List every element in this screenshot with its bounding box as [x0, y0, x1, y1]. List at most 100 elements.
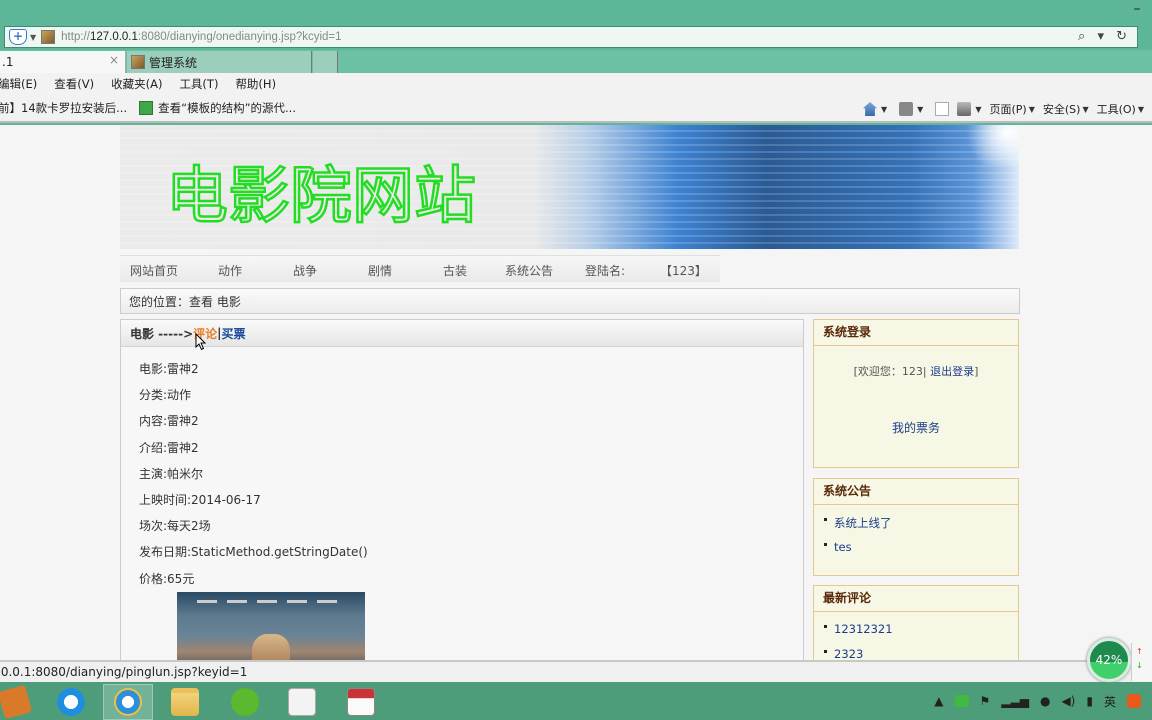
search-refresh-icons[interactable]: ⌕ ▾ ↻ [1078, 29, 1131, 44]
menu-view[interactable]: 查看(V) [54, 76, 94, 92]
sogou-input-icon[interactable] [1127, 694, 1141, 708]
webslice-icon [139, 101, 154, 115]
safety-menu[interactable]: 安全(S) [1043, 101, 1081, 117]
taskbar-notebook-app[interactable] [0, 684, 40, 720]
qq-icon[interactable]: ● [1040, 694, 1050, 708]
chevron-down-icon[interactable]: ▼ [975, 105, 981, 114]
header-prefix: 电影 -----> [130, 326, 194, 341]
menu-favorites[interactable]: 收藏夹(A) [111, 76, 162, 92]
shield-icon[interactable]: + [9, 29, 27, 45]
page-menu[interactable]: 页面(P) [989, 101, 1026, 117]
site-title: 电影院网站 [165, 158, 478, 234]
chevron-down-icon[interactable]: ▼ [881, 105, 887, 114]
tools-menu[interactable]: 工具(O) [1097, 101, 1136, 117]
menu-help[interactable]: 帮助(H) [235, 76, 276, 92]
nav-costume[interactable]: 古装 [443, 262, 467, 279]
logout-link[interactable]: 退出登录 [930, 365, 974, 378]
welcome-suffix: ] [974, 365, 979, 378]
address-bar-container: + ▼ http://127.0.0.1:8080/dianying/onedi… [0, 25, 1152, 49]
java-icon [288, 688, 316, 716]
comment-item[interactable]: 12312321 [823, 622, 1018, 647]
taskbar-ie-app[interactable] [103, 684, 153, 720]
nav-announcements[interactable]: 系统公告 [505, 262, 553, 279]
tab-admin-system[interactable]: 管理系统 [127, 51, 312, 73]
site-banner: 电影院网站 [120, 125, 1019, 249]
tray-expand-icon[interactable]: ▲ [934, 694, 943, 708]
welcome-prefix: [欢迎您：123| [853, 365, 927, 378]
comment-item[interactable]: 2323 [823, 647, 1018, 660]
favorite-link[interactable]: 前】14款卡罗拉安装后... [0, 100, 127, 116]
internet-explorer-icon [114, 688, 142, 716]
favorite-link[interactable]: 查看“模板的结构”的源代... [158, 100, 296, 116]
detail-price: 价格:65元 [139, 571, 195, 586]
url-path: :8080/dianying/onedianying.jsp?kcyid=1 [137, 31, 342, 43]
tab-active[interactable]: .1 × [0, 51, 126, 73]
announcement-item[interactable]: 系统上线了 [823, 515, 1018, 540]
movie-panel-header: 电影 -----> 评论 | 买票 [121, 320, 803, 347]
battery-icon[interactable]: ▮ [1086, 694, 1093, 708]
url-host: 127.0.0.1 [89, 31, 138, 43]
chevron-down-icon[interactable]: ▼ [30, 33, 36, 42]
my-tickets-link[interactable]: 我的票务 [814, 419, 1018, 436]
minimize-button[interactable]: – [1130, 2, 1144, 18]
chevron-down-icon[interactable]: ▼ [1082, 105, 1088, 114]
command-bar: ▼ ▼ ▼ 页面(P) ▼ 安全(S) ▼ 工具(O) ▼ [859, 95, 1152, 123]
new-tab-button[interactable] [313, 51, 338, 73]
site-favicon-icon [131, 55, 145, 69]
latest-comments-list: 12312321 2323 [814, 612, 1018, 660]
taskbar-dreamweaver-app[interactable] [220, 684, 270, 720]
movie-poster [177, 592, 365, 660]
movie-details: 电影:雷神2 分类:动作 内容:雷神2 介绍:雷神2 主演:帕米尔 上映时间:2… [121, 347, 803, 595]
detail-cast: 主演:帕米尔 [139, 466, 204, 481]
buy-ticket-link[interactable]: 买票 [222, 325, 246, 342]
input-language[interactable]: 英 [1104, 693, 1116, 710]
tray-app-icon[interactable] [954, 695, 969, 707]
taskbar-explorer-app[interactable] [160, 684, 210, 720]
taskbar-java-app[interactable] [277, 684, 327, 720]
movie-detail-panel: 电影 -----> 评论 | 买票 电影:雷神2 分类:动作 内容:雷神2 介绍… [120, 319, 804, 660]
nav-war[interactable]: 战争 [293, 262, 317, 279]
detail-showtimes: 场次:每天2场 [139, 519, 211, 534]
taskbar-browser-app[interactable] [46, 684, 96, 720]
nav-action[interactable]: 动作 [218, 262, 242, 279]
chevron-down-icon[interactable]: ▼ [1138, 105, 1144, 114]
address-bar[interactable]: + ▼ http://127.0.0.1:8080/dianying/onedi… [4, 26, 1138, 48]
nav-username[interactable]: 【123】 [660, 262, 707, 279]
url-text[interactable]: http://127.0.0.1:8080/dianying/onedianyi… [61, 31, 341, 43]
login-box-body: [欢迎您：123| 退出登录] 我的票务 [814, 363, 1018, 436]
browser-icon [57, 688, 85, 716]
menu-edit[interactable]: 编辑(E) [0, 76, 37, 92]
taskbar-notepad-app[interactable] [336, 684, 386, 720]
volume-icon[interactable]: ◀) [1061, 694, 1075, 708]
announcement-item[interactable]: tes [823, 540, 1018, 565]
chevron-down-icon[interactable]: ▼ [1029, 105, 1035, 114]
announcements-box: 系统公告 系统上线了 tes [813, 478, 1019, 576]
memory-gauge[interactable]: 42% [1087, 638, 1131, 682]
feed-icon[interactable] [899, 102, 914, 116]
print-icon[interactable] [957, 102, 972, 116]
main-nav: 网站首页 动作 战争 剧情 古装 系统公告 登陆名: 【123】 [120, 255, 720, 282]
home-icon[interactable] [863, 102, 878, 116]
menu-tools[interactable]: 工具(T) [179, 76, 218, 92]
detail-intro: 介绍:雷神2 [139, 440, 199, 455]
action-center-icon[interactable]: ⚑ [980, 694, 991, 708]
close-icon[interactable]: × [109, 53, 119, 67]
notebook-icon [0, 684, 33, 720]
upload-arrow-icon: ↑ [1136, 647, 1143, 656]
network-signal-icon[interactable]: ▂▃▅ [1001, 694, 1029, 708]
welcome-text: [欢迎您：123| 退出登录] [814, 363, 1018, 379]
detail-title: 电影:雷神2 [139, 362, 199, 376]
favorites-bar: 前】14款卡罗拉安装后... 查看“模板的结构”的源代... ▼ ▼ ▼ 页面(… [0, 95, 1152, 123]
announcements-title: 系统公告 [814, 479, 1018, 505]
announcements-list: 系统上线了 tes [814, 505, 1018, 565]
breadcrumb: 您的位置：查看 电影 [120, 288, 1020, 314]
status-url: .0.0.1:8080/dianying/pinglun.jsp?keyid=1 [0, 665, 248, 679]
latest-comments-box: 最新评论 12312321 2323 [813, 585, 1019, 660]
detail-content: 内容:雷神2 [139, 414, 199, 429]
nav-drama[interactable]: 剧情 [368, 262, 392, 279]
tab-label: .1 [2, 55, 14, 69]
mail-icon[interactable] [935, 102, 950, 116]
chevron-down-icon[interactable]: ▼ [917, 105, 923, 114]
download-arrow-icon: ↓ [1136, 661, 1143, 670]
nav-home[interactable]: 网站首页 [130, 262, 178, 279]
